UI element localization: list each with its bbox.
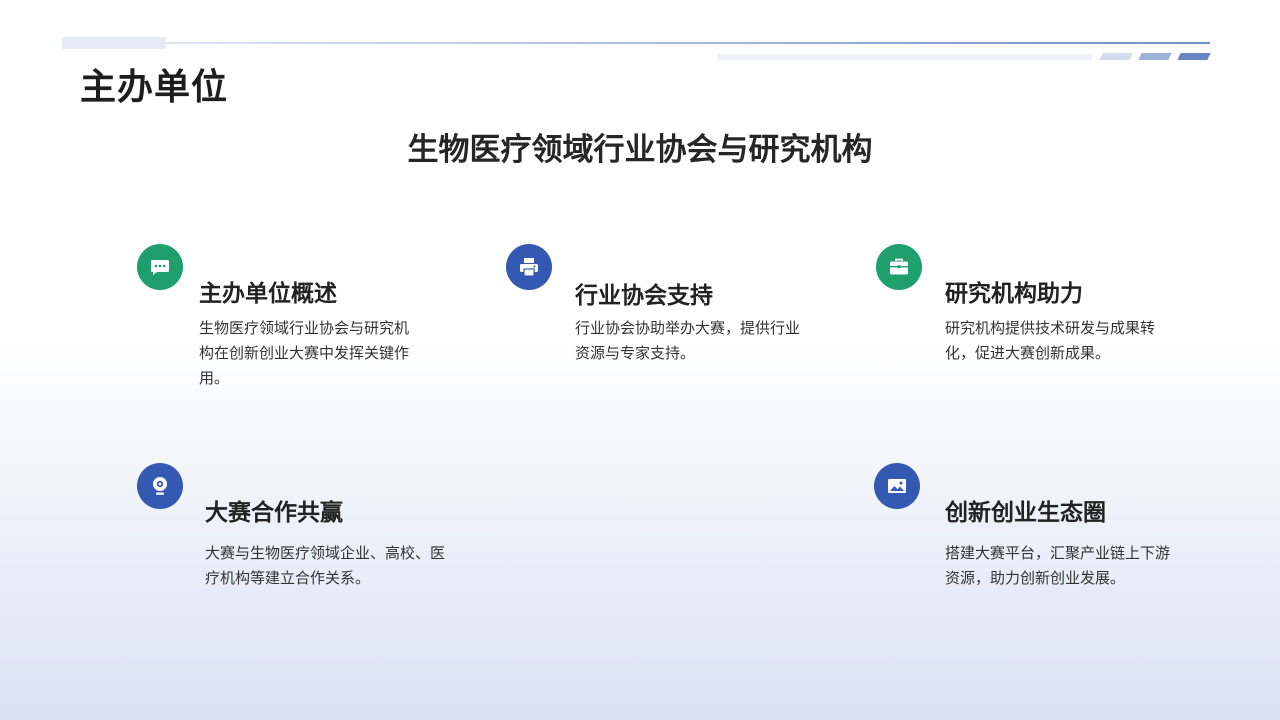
- card-text: 生物医疗领域行业协会与研究机构在创新创业大赛中发挥关键作用。: [199, 319, 410, 387]
- page-title: 主办单位: [80, 67, 229, 108]
- card-title: 研究机构助力: [945, 281, 1083, 307]
- briefcase-icon: [876, 244, 922, 290]
- header-decor-line: [160, 42, 1210, 44]
- card-text: 搭建大赛平台，汇聚产业链上下游资源，助力创新创业发展。: [945, 544, 1171, 587]
- slide-subtitle: 生物医疗领域行业协会与研究机构: [407, 132, 873, 168]
- header-decor-bar: [717, 54, 1092, 60]
- card-title: 创新创业生态圈: [945, 500, 1106, 526]
- card-text: 行业协会协助举办大赛，提供行业资源与专家支持。: [575, 319, 801, 362]
- card-text: 大赛与生物医疗领域企业、高校、医疗机构等建立合作关系。: [205, 544, 446, 587]
- card-title: 主办单位概述: [199, 281, 337, 307]
- card-title: 行业协会支持: [575, 283, 713, 309]
- header-decor-tab: [62, 37, 166, 49]
- webcam-icon: [137, 463, 183, 509]
- header-decor-dash: [1177, 53, 1211, 60]
- header-decor-dash: [1138, 53, 1172, 60]
- header-decor-dash: [1099, 53, 1133, 60]
- printer-icon: [506, 244, 552, 290]
- chat-bubble-icon: [137, 244, 183, 290]
- image-icon: [874, 463, 920, 509]
- card-text: 研究机构提供技术研发与成果转化，促进大赛创新成果。: [945, 319, 1156, 362]
- card-title: 大赛合作共赢: [205, 500, 343, 526]
